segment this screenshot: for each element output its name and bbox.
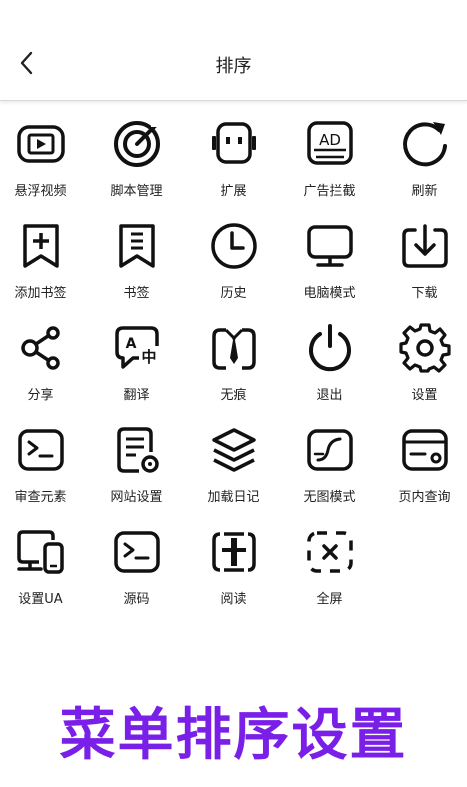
menu-item-label: 阅读 [220,592,247,607]
menu-item-fullscreen[interactable]: 全屏 [283,526,376,628]
menu-item-load-log[interactable]: 加载日记 [187,424,280,526]
menu-item-label: 扩展 [220,184,247,199]
menu-item-add-bookmark[interactable]: 添加书签 [0,220,87,322]
menu-item-find-in-page[interactable]: 页内查询 [378,424,467,526]
menu-item-download[interactable]: 下载 [378,220,467,322]
header-bar: 排序 [0,0,467,101]
menu-item-label: 加载日记 [207,490,260,505]
menu-item-label: 书签 [123,286,150,301]
add-bookmark-icon [22,224,59,268]
reader-mode-icon [211,532,256,572]
share-icon [20,326,60,370]
power-icon [308,324,351,372]
extension-icon [211,122,256,164]
menu-item-incognito[interactable]: 无痕 [187,322,280,424]
promo-banner-text: 菜单排序设置 [59,703,408,768]
menu-item-label: 源码 [123,592,150,607]
menu-item-history[interactable]: 历史 [187,220,280,322]
menu-item-label: 分享 [27,388,54,403]
menu-item-user-agent[interactable]: 设置UA [0,526,87,628]
menu-item-label: 下载 [411,286,438,301]
incognito-icon [211,328,256,370]
menu-item-site-settings[interactable]: 网站设置 [90,424,183,526]
floating-video-icon [16,125,65,163]
translate-icon: A 中 [114,326,159,369]
script-manager-icon [113,121,160,167]
desktop-mode-icon [306,225,353,267]
inspect-element-icon [17,429,64,471]
site-settings-icon [116,427,159,473]
bookmarks-icon [118,224,155,268]
find-in-page-icon [401,429,448,471]
menu-item-bookmarks[interactable]: 书签 [90,220,183,322]
menu-item-translate[interactable]: A 中 翻译 [90,322,183,424]
menu-item-share[interactable]: 分享 [0,322,87,424]
menu-item-ad-block[interactable]: AD 广告拦截 [283,118,376,220]
menu-item-no-image-mode[interactable]: 无图模式 [283,424,376,526]
menu-item-label: 脚本管理 [110,184,163,199]
menu-item-label: 全屏 [316,592,343,607]
no-image-mode-icon [306,429,353,471]
refresh-icon [402,122,447,167]
menu-item-label: 审查元素 [14,490,67,505]
menu-item-label: 翻译 [123,388,150,403]
menu-item-source-code[interactable]: 源码 [90,526,183,628]
menu-item-label: 网站设置 [110,490,163,505]
menu-item-inspect-element[interactable]: 审查元素 [0,424,87,526]
menu-item-label: 设置UA [18,592,63,607]
menu-item-reader-mode[interactable]: 阅读 [187,526,280,628]
menu-item-label: 历史 [220,286,247,301]
menu-item-label: 悬浮视频 [14,184,67,199]
menu-item-script-manager[interactable]: 脚本管理 [90,118,183,220]
svg-text:中: 中 [141,348,156,366]
menu-item-label: 刷新 [411,184,438,199]
menu-item-floating-video[interactable]: 悬浮视频 [0,118,87,220]
menu-item-label: 添加书签 [14,286,67,301]
menu-item-label: 无图模式 [303,490,356,505]
menu-item-extension[interactable]: 扩展 [187,118,280,220]
menu-item-label: 无痕 [220,388,247,403]
menu-item-exit[interactable]: 退出 [283,322,376,424]
page-title: 排序 [215,56,252,77]
download-icon [401,224,448,268]
menu-item-label: 设置 [411,388,438,403]
settings-gear-icon [398,323,451,373]
fullscreen-icon [306,531,353,573]
menu-item-desktop-mode[interactable]: 电脑模式 [283,220,376,322]
history-icon [210,223,257,269]
ad-block-icon: AD [306,121,353,165]
menu-item-label: 页内查询 [398,490,451,505]
svg-text:A: A [125,336,136,352]
svg-text:AD: AD [319,131,341,149]
load-log-icon [211,428,256,472]
user-agent-icon [16,530,64,574]
menu-item-label: 广告拦截 [303,184,356,199]
menu-item-settings[interactable]: 设置 [378,322,467,424]
menu-item-label: 退出 [316,388,343,403]
menu-item-label: 电脑模式 [303,286,356,301]
source-code-icon [113,531,160,573]
menu-item-refresh[interactable]: 刷新 [378,118,467,220]
